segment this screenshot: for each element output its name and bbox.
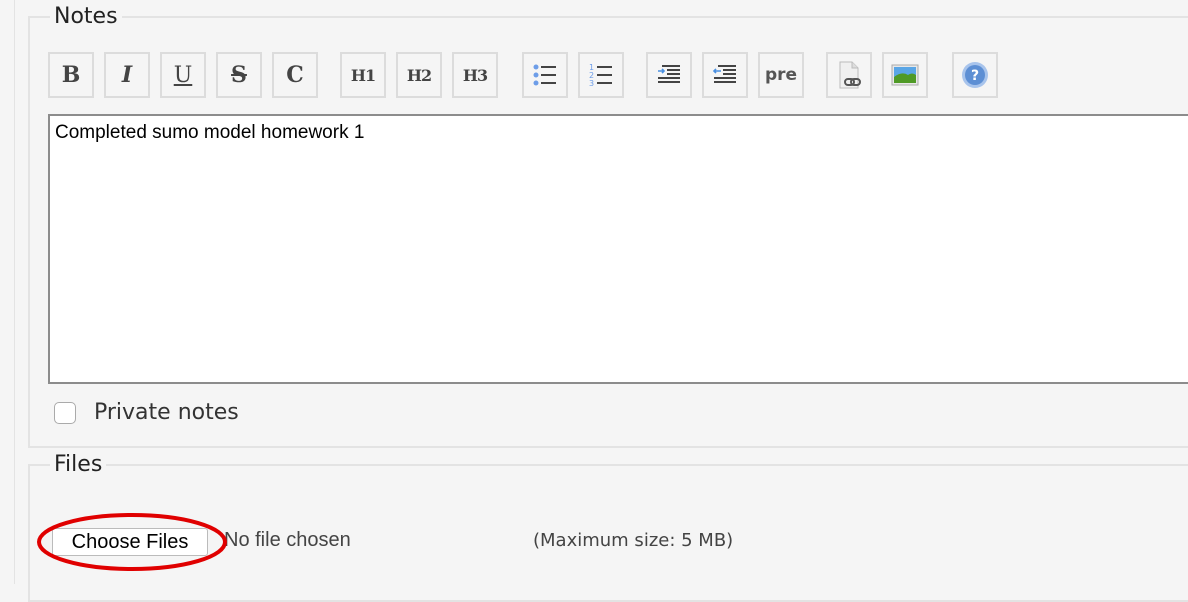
underline-button[interactable]: U	[160, 52, 206, 98]
code-icon: C	[286, 62, 304, 88]
bulleted-list-button[interactable]	[522, 52, 568, 98]
italic-button[interactable]: I	[104, 52, 150, 98]
heading-1-icon: H1	[350, 65, 376, 85]
outdent-button[interactable]	[702, 52, 748, 98]
image-button[interactable]	[882, 52, 928, 98]
heading-2-button[interactable]: H2	[396, 52, 442, 98]
max-size-note: (Maximum size: 5 MB)	[533, 530, 734, 551]
no-file-chosen-text: No file chosen	[224, 529, 351, 551]
help-icon: ?	[962, 62, 988, 88]
outdent-icon	[712, 65, 736, 83]
image-icon	[891, 64, 919, 86]
heading-3-button[interactable]: H3	[452, 52, 498, 98]
indent-button[interactable]	[646, 52, 692, 98]
italic-icon: I	[121, 62, 133, 88]
container-border	[14, 0, 15, 584]
help-button[interactable]: ?	[952, 52, 998, 98]
bulleted-list-icon	[533, 64, 556, 86]
underline-icon: U	[173, 62, 193, 88]
private-notes-label[interactable]: Private notes	[94, 400, 239, 425]
private-notes-row: Private notes	[54, 400, 239, 425]
link-button[interactable]	[826, 52, 872, 98]
notes-textarea[interactable]: Completed sumo model homework 1	[48, 114, 1188, 384]
code-button[interactable]: C	[272, 52, 318, 98]
numbered-list-button[interactable]: 1 2 3	[578, 52, 624, 98]
indent-icon	[658, 65, 680, 83]
heading-3-icon: H3	[462, 65, 488, 85]
bold-icon: B	[61, 62, 81, 88]
preformatted-button[interactable]: pre	[758, 52, 804, 98]
svg-text:?: ?	[971, 68, 979, 84]
link-file-icon	[839, 61, 861, 89]
svg-text:3: 3	[589, 79, 594, 88]
heading-1-button[interactable]: H1	[340, 52, 386, 98]
notes-legend: Notes	[54, 4, 118, 29]
heading-2-icon: H2	[406, 65, 432, 85]
private-notes-checkbox[interactable]	[54, 401, 76, 424]
strikethrough-icon: S	[231, 62, 247, 88]
files-fieldset: Files	[28, 452, 1188, 602]
files-legend: Files	[54, 452, 103, 477]
numbered-list-icon: 1 2 3	[589, 63, 612, 88]
strikethrough-button[interactable]: S	[216, 52, 262, 98]
bold-button[interactable]: B	[48, 52, 94, 98]
choose-files-button[interactable]: Choose Files	[52, 528, 208, 556]
preformatted-icon: pre	[764, 65, 798, 85]
